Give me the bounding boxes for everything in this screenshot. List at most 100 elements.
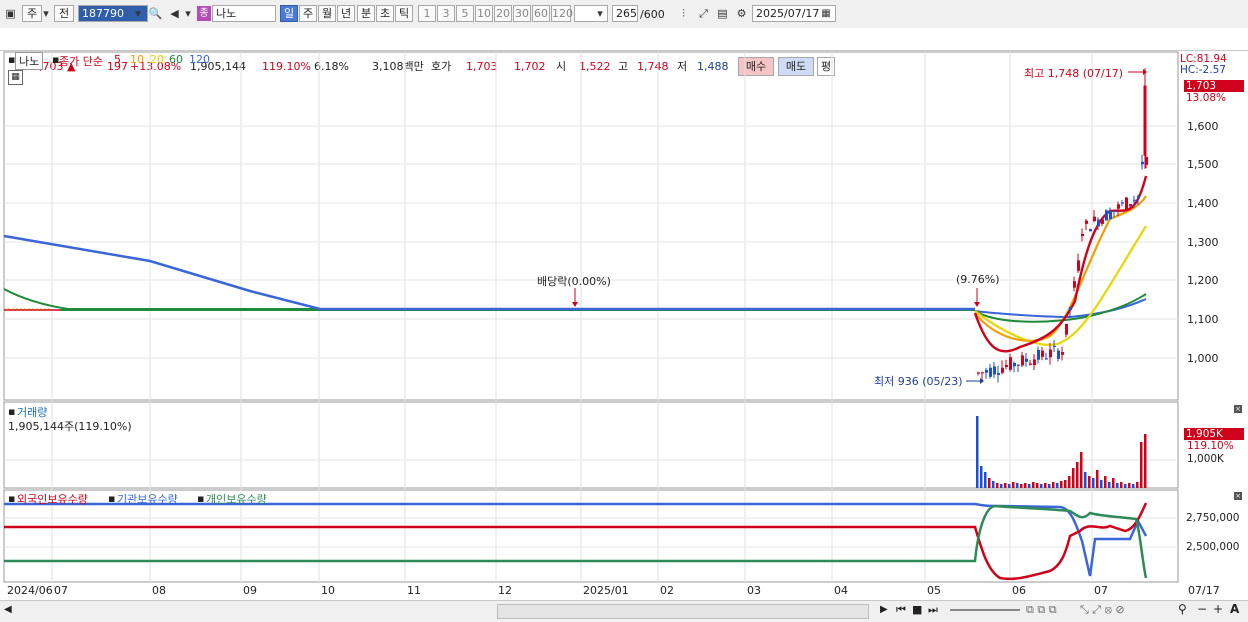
period-year-button[interactable]: 년 [337,5,355,22]
candle-body [1017,364,1020,366]
candle-icon[interactable]: ⫶ [675,5,692,22]
ma-5-label: 5 [114,53,121,66]
chevron-down-icon[interactable]: ▾ [131,5,145,22]
chart-area[interactable]: ▪ 나노 ▪ 종가 단순 5 10 20 60 120 ▦ LC:81.94 H… [0,51,1248,600]
count-total: /600 [640,8,665,21]
x-axis-label: 02 [660,584,674,597]
volume-bar [980,466,983,488]
min-5-button[interactable]: 5 [456,5,474,22]
quote-bar: 1,703 ▲ 197 +13.08% 1,905,144 119.10% 6.… [0,28,1248,76]
volume-bar [1140,442,1143,488]
volume-bar [1084,472,1087,488]
candle-body [1001,367,1004,373]
stock-name-field[interactable]: 나노 [212,5,276,22]
volume-bar [1068,476,1071,488]
min-120-button[interactable]: 120 [551,5,573,22]
price-chart-svg[interactable] [0,51,1248,600]
candle-body [1117,204,1120,209]
draw-icons[interactable]: ⤡ ⤢ ⦻ ⊘ [1080,603,1125,617]
count-input[interactable]: 265 [612,5,638,22]
period-day-button[interactable]: 일 [280,5,298,22]
candle-body [1013,362,1016,367]
window-icon[interactable]: ▣ [2,5,19,22]
min-60-button[interactable]: 60 [532,5,550,22]
stock-name-tag[interactable]: 나노 [15,52,44,70]
candle-body [1069,307,1072,310]
zoom-slider[interactable] [950,609,1020,611]
x-axis-label: 07 [1094,584,1108,597]
candle-body [1029,363,1032,365]
layout-icon[interactable]: ⧉ ⧉ ⧉ [1026,603,1057,617]
candle-body [1057,350,1060,359]
holding-tick-1: 2,750,000 [1186,512,1240,524]
ma-5-recent [973,175,1148,353]
speaker-icon[interactable]: ◀ [166,5,183,22]
dividend-annotation: 배당락(0.00%) [537,275,611,288]
min-1-button[interactable]: 1 [418,5,436,22]
legend-foreign: 외국인보유수량 [17,493,88,506]
min-30-button[interactable]: 30 [513,5,531,22]
search-icon[interactable]: ⚲ [1178,602,1187,616]
calendar-icon[interactable]: ▦ [819,5,833,22]
candle-body [1049,349,1052,358]
chevron-down-icon[interactable]: ▾ [40,5,52,22]
close-icon[interactable]: × [1234,492,1242,500]
volume-bar [1128,483,1131,488]
panel-marker: ▪ [8,492,16,505]
table-icon[interactable]: ▦ [8,70,23,85]
volume-bar [1136,482,1139,488]
period-second-button[interactable]: 초 [376,5,394,22]
font-size-icon[interactable]: A [1230,602,1239,616]
candle-body [1085,220,1088,224]
close-icon[interactable]: × [1234,405,1242,413]
volume-bar [1060,481,1063,488]
volume-bar [1088,476,1091,488]
period-minute-button[interactable]: 분 [357,5,375,22]
candle-body [977,372,980,374]
candle-body [1101,219,1104,224]
volume-tick: 1,000K [1187,453,1224,465]
period-month-button[interactable]: 월 [318,5,336,22]
stop-icon[interactable]: ■ [912,603,922,616]
y-tick-1200: 1,200 [1187,274,1219,287]
y-tick-1100: 1,100 [1187,313,1219,326]
candle-body [1093,216,1096,222]
zoom-in-icon[interactable]: + [1213,602,1223,616]
gear-icon[interactable]: ⚙ [733,5,750,22]
event-annotation: (9.76%) [956,273,1000,286]
scroll-right-icon[interactable]: ▶ [880,604,888,615]
candle-body [1041,350,1044,357]
min-20-button[interactable]: 20 [494,5,512,22]
search-icon[interactable]: 🔍 [147,5,164,22]
x-axis-label: 05 [927,584,941,597]
first-icon[interactable]: ⏮ [896,603,906,617]
candle-body [1009,357,1012,370]
save-icon[interactable]: ▤ [714,5,731,22]
volume-bar [976,416,979,488]
prev-button[interactable]: 전 [54,5,74,22]
volume-bar [1132,484,1135,488]
chevron-down-icon[interactable]: ▾ [594,5,606,22]
min-3-button[interactable]: 3 [437,5,455,22]
volume-last-tag: 1,905K [1184,428,1244,440]
market-select[interactable]: 주 [22,5,42,22]
ma-20-label: 20 [150,53,164,66]
chevron-down-icon[interactable]: ▾ [182,5,194,22]
volume-bar [1120,482,1123,488]
holding-institution-line [4,502,1148,577]
y-tick-1400: 1,400 [1187,197,1219,210]
draw-tool-icon[interactable]: ⤢ [695,5,712,22]
ma-10-label: 10 [130,53,144,66]
volume-bar [1124,484,1127,488]
last-icon[interactable]: ⏭ [928,603,938,617]
period-week-button[interactable]: 주 [299,5,317,22]
volume-bar [1072,468,1075,488]
y-tick-1500: 1,500 [1187,158,1219,171]
min-10-button[interactable]: 10 [475,5,493,22]
volume-bar [1000,484,1003,488]
scroll-left-icon[interactable]: ◀ [4,604,12,615]
scrollbar-thumb[interactable] [497,604,869,619]
period-tick-button[interactable]: 틱 [395,5,413,22]
candle-body [1097,219,1100,227]
zoom-out-icon[interactable]: − [1197,602,1207,616]
